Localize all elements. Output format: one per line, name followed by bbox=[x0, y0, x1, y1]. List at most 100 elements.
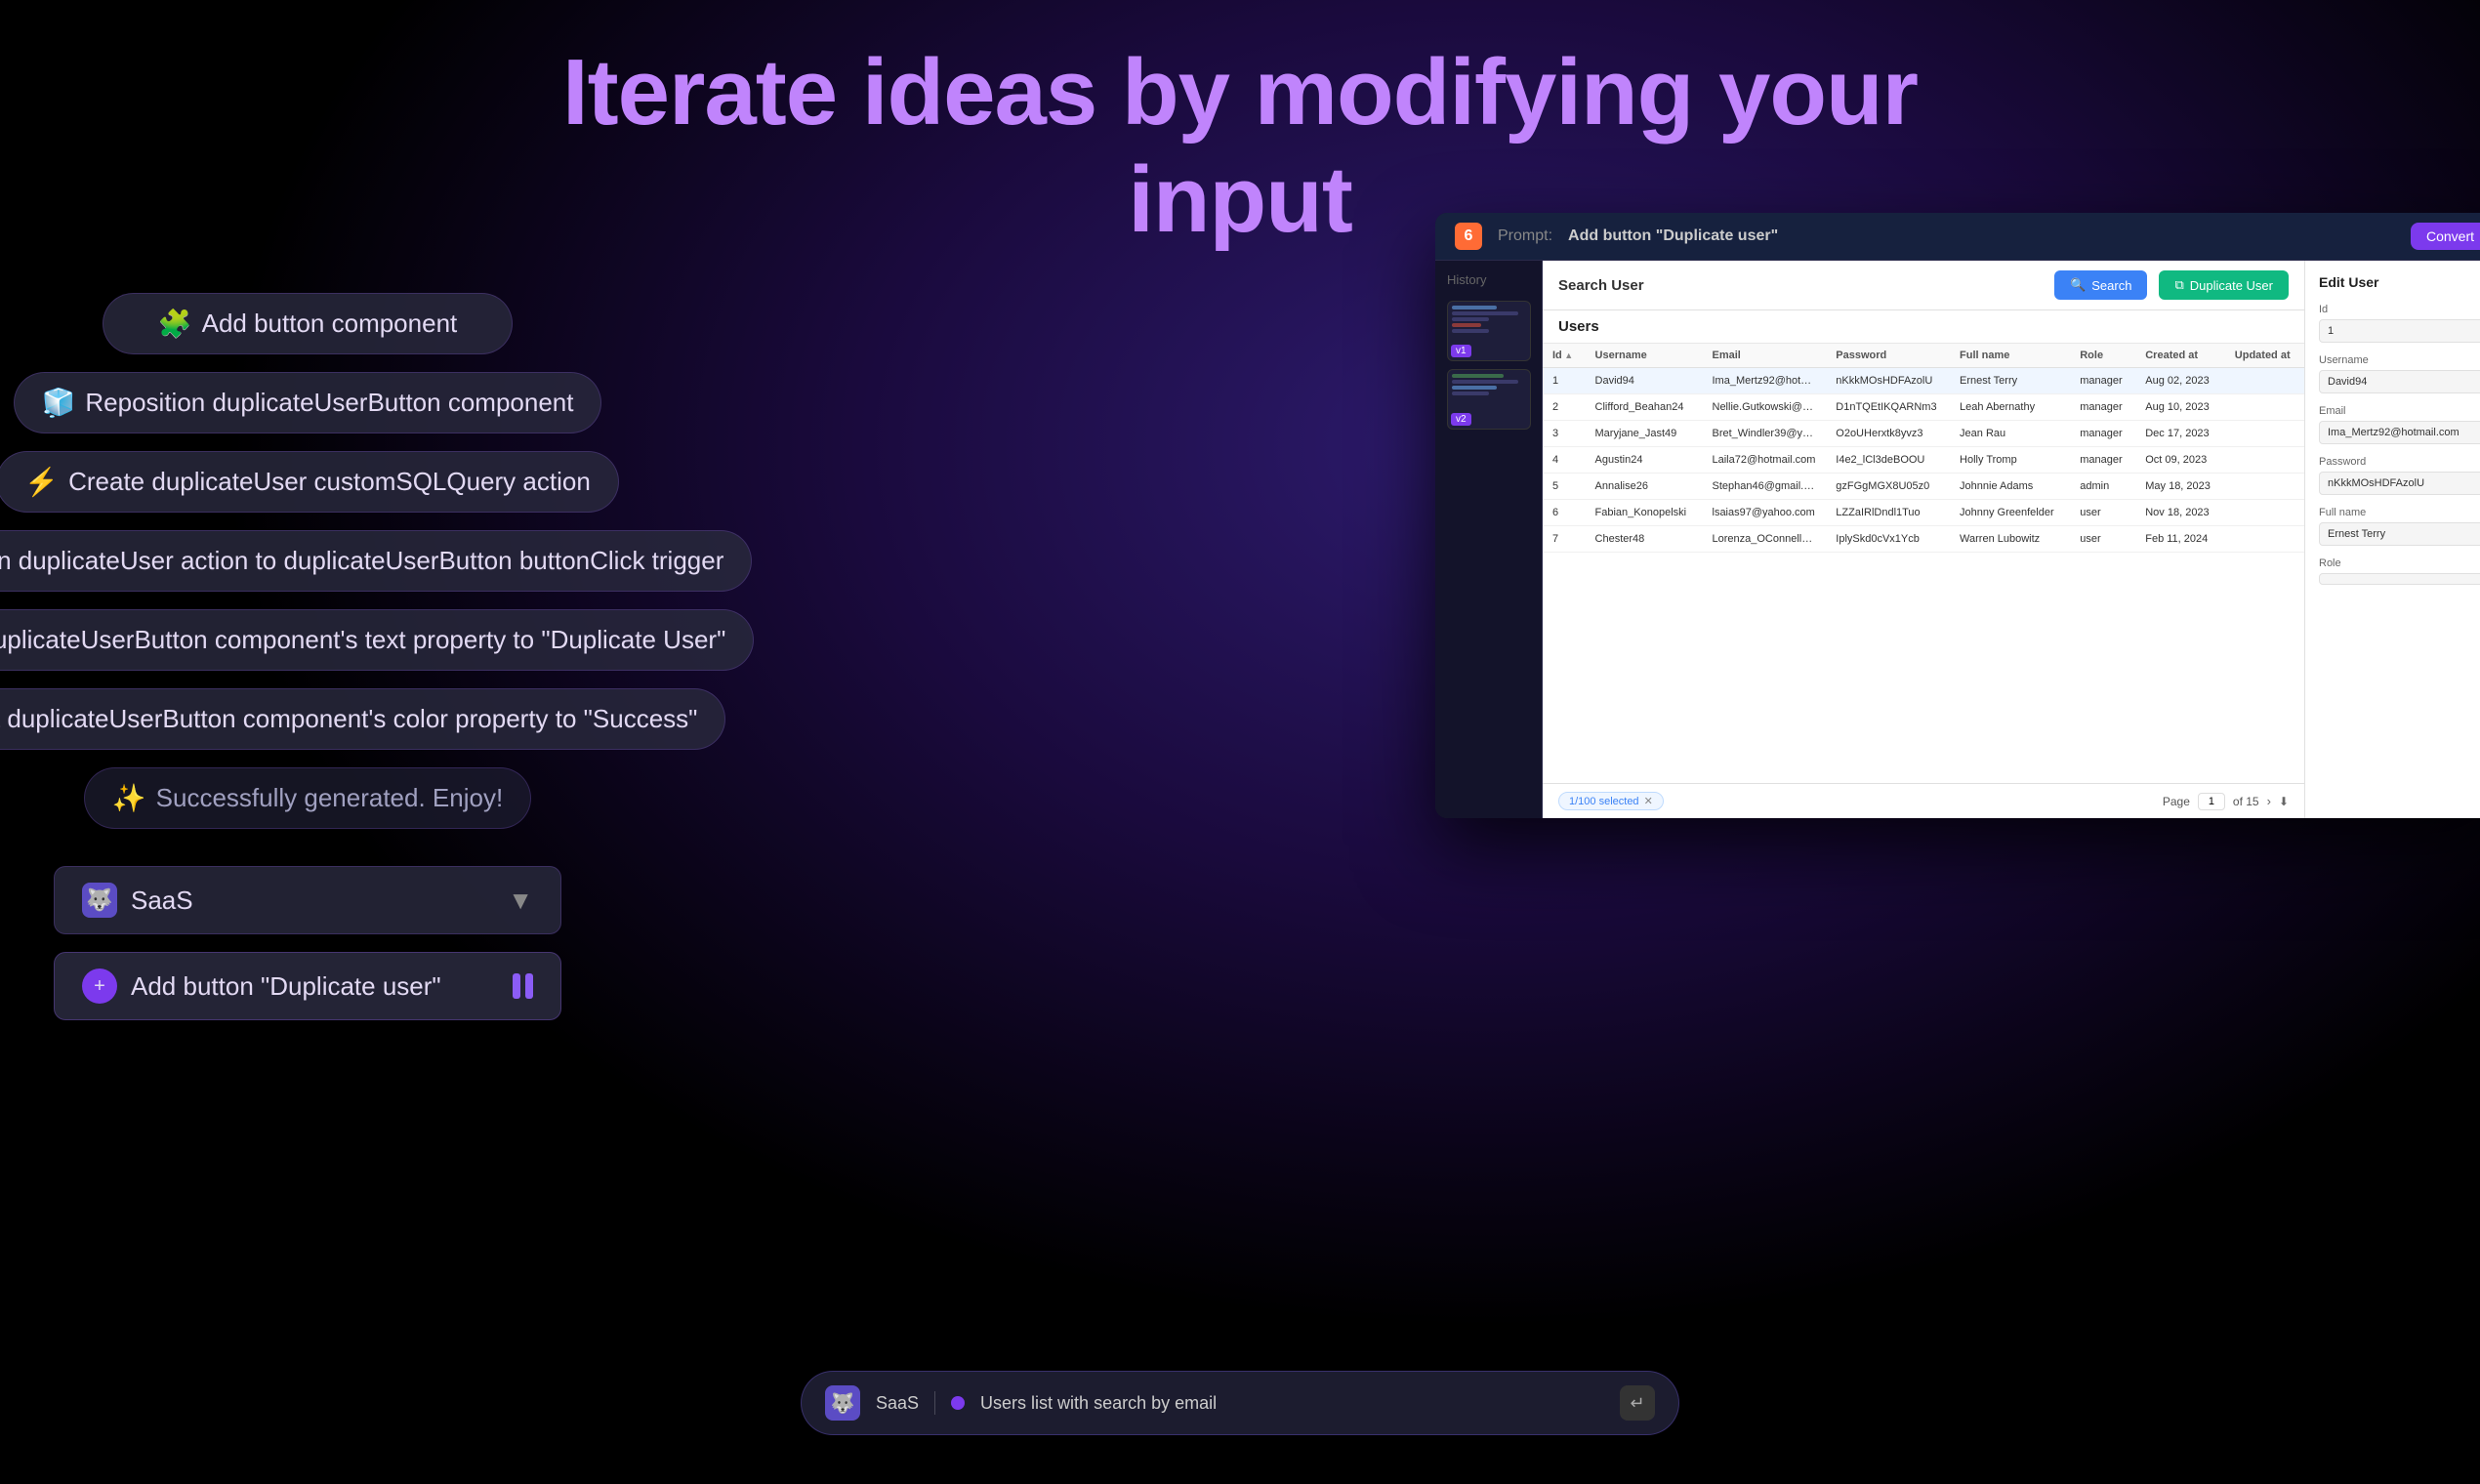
chat-app-name: SaaS bbox=[876, 1393, 919, 1414]
chat-send-button[interactable]: ↵ bbox=[1620, 1385, 1655, 1421]
page-total: of 15 bbox=[2233, 795, 2259, 808]
search-user-label: Search User bbox=[1558, 277, 2043, 294]
history-label: History bbox=[1447, 272, 1530, 287]
search-bar-row: Search User 🔍 Search ⧉ Duplicate User bbox=[1543, 261, 2304, 310]
field-value: Ima_Mertz92@hotmail.com bbox=[2319, 421, 2480, 444]
step-1: 🧩 Add button component bbox=[103, 293, 513, 354]
table-row[interactable]: 7 Chester48 Lorenza_OConnell8@yahoo.com … bbox=[1543, 526, 2304, 553]
page-input[interactable] bbox=[2198, 793, 2225, 810]
history-thumb-1[interactable]: v1 bbox=[1447, 301, 1531, 361]
category-label: SaaS bbox=[131, 886, 193, 916]
add-icon: + bbox=[82, 969, 117, 1004]
table-row[interactable]: 5 Annalise26 Stephan46@gmail.com gzFGgMG… bbox=[1543, 474, 2304, 500]
download-button[interactable]: ⬇ bbox=[2279, 795, 2289, 808]
prompt-label: Prompt: bbox=[1498, 227, 1552, 245]
col-fullname[interactable]: Full name bbox=[1950, 344, 2070, 368]
window-topbar: 6 Prompt: Add button "Duplicate user" Co… bbox=[1435, 213, 2480, 261]
users-section-header: Users bbox=[1543, 310, 2304, 344]
duplicate-user-button[interactable]: ⧉ Duplicate User bbox=[2159, 270, 2289, 300]
field-label: Username bbox=[2319, 354, 2480, 366]
search-button[interactable]: 🔍 Search bbox=[2054, 270, 2147, 300]
thumb-line bbox=[1452, 323, 1481, 327]
col-created[interactable]: Created at bbox=[2135, 344, 2225, 368]
thumb-line bbox=[1452, 392, 1489, 395]
table-row[interactable]: 2 Clifford_Beahan24 Nellie.Gutkowski@hot… bbox=[1543, 394, 2304, 421]
edit-fields: Id 1 Username David94 Email Ima_Mertz92@… bbox=[2319, 304, 2480, 585]
edit-field-group: Id 1 bbox=[2319, 304, 2480, 343]
field-label: Password bbox=[2319, 456, 2480, 468]
chat-separator bbox=[934, 1391, 935, 1415]
edit-panel-title: Edit User bbox=[2319, 274, 2480, 290]
field-value: nKkkMOsHDFAzolU bbox=[2319, 472, 2480, 495]
thumb-badge-1: v1 bbox=[1451, 345, 1471, 357]
edit-field-group: Password nKkkMOsHDFAzolU bbox=[2319, 456, 2480, 495]
search-icon: 🔍 bbox=[2070, 277, 2086, 293]
clear-selection-icon[interactable]: ✕ bbox=[1644, 795, 1653, 807]
thumb-line bbox=[1452, 311, 1518, 315]
field-label: Email bbox=[2319, 405, 2480, 417]
window-logo: 6 bbox=[1455, 223, 1482, 250]
pagination: Page of 15 › ⬇ bbox=[2163, 793, 2289, 810]
category-icon: 🐺 bbox=[82, 883, 117, 918]
step-2: 🧊 Reposition duplicateUserButton compone… bbox=[14, 372, 602, 433]
step-2-emoji: 🧊 bbox=[42, 387, 76, 419]
pause-bar-right bbox=[525, 973, 533, 999]
step-3-emoji: ⚡ bbox=[24, 466, 59, 498]
step-1-emoji: 🧩 bbox=[158, 308, 192, 340]
thumb-line bbox=[1452, 374, 1504, 378]
edit-field-group: Username David94 bbox=[2319, 354, 2480, 393]
field-label: Role bbox=[2319, 557, 2480, 569]
step-5: 🛠 Set duplicateUserButton component's te… bbox=[0, 609, 754, 671]
chat-input-text[interactable]: Users list with search by email bbox=[980, 1393, 1604, 1414]
thumb-line bbox=[1452, 329, 1489, 333]
table-row[interactable]: 3 Maryjane_Jast49 Bret_Windler39@yahoo.c… bbox=[1543, 421, 2304, 447]
pause-button[interactable] bbox=[513, 973, 533, 999]
window-body: History v1 v2 bbox=[1435, 261, 2480, 818]
table-row[interactable]: 4 Agustin24 Laila72@hotmail.com I4e2_lCl… bbox=[1543, 447, 2304, 474]
chat-status-dot bbox=[951, 1396, 965, 1410]
edit-field-group: Role bbox=[2319, 557, 2480, 585]
step-7: ✨ Successfully generated. Enjoy! bbox=[84, 767, 531, 829]
bottom-chat-bar[interactable]: 🐺 SaaS Users list with search by email ↵ bbox=[801, 1371, 1679, 1435]
edit-field-group: Full name Ernest Terry bbox=[2319, 507, 2480, 546]
left-panel: 🧩 Add button component 🧊 Reposition dupl… bbox=[0, 254, 615, 1059]
history-sidebar: History v1 v2 bbox=[1435, 261, 1543, 818]
action-bar: + Add button "Duplicate user" bbox=[54, 952, 561, 1020]
history-thumb-2[interactable]: v2 bbox=[1447, 369, 1531, 430]
chat-app-icon: 🐺 bbox=[825, 1385, 860, 1421]
edit-field-group: Email Ima_Mertz92@hotmail.com bbox=[2319, 405, 2480, 444]
table-wrapper: Users Id Username Email Password Full na… bbox=[1543, 310, 2304, 783]
action-bar-label: Add button "Duplicate user" bbox=[131, 971, 441, 1002]
col-updated[interactable]: Updated at bbox=[2225, 344, 2304, 368]
col-id[interactable]: Id bbox=[1543, 344, 1586, 368]
table-row[interactable]: 6 Fabian_Konopelski lsaias97@yahoo.com L… bbox=[1543, 500, 2304, 526]
table-footer: 1/100 selected ✕ Page of 15 › ⬇ bbox=[1543, 783, 2304, 818]
col-username[interactable]: Username bbox=[1586, 344, 1703, 368]
col-role[interactable]: Role bbox=[2070, 344, 2135, 368]
pause-bar-left bbox=[513, 973, 520, 999]
field-value: David94 bbox=[2319, 370, 2480, 393]
step-4: 🔧 Assign duplicateUser action to duplica… bbox=[0, 530, 752, 592]
category-selector[interactable]: 🐺 SaaS ▼ bbox=[54, 866, 561, 934]
convert-button[interactable]: Convert bbox=[2411, 223, 2480, 250]
table-row[interactable]: 1 David94 Ima_Mertz92@hotmail.com nKkkMO… bbox=[1543, 368, 2304, 394]
thumb-line bbox=[1452, 380, 1518, 384]
users-table: Id Username Email Password Full name Rol… bbox=[1543, 344, 2304, 553]
duplicate-icon: ⧉ bbox=[2174, 277, 2183, 293]
col-email[interactable]: Email bbox=[1703, 344, 1827, 368]
col-password[interactable]: Password bbox=[1826, 344, 1950, 368]
table-header: Id Username Email Password Full name Rol… bbox=[1543, 344, 2304, 368]
prompt-text: Add button "Duplicate user" bbox=[1568, 227, 1778, 245]
table-body: 1 David94 Ima_Mertz92@hotmail.com nKkkMO… bbox=[1543, 368, 2304, 553]
next-page-button[interactable]: › bbox=[2267, 794, 2271, 808]
thumb-line bbox=[1452, 306, 1497, 309]
thumb-line bbox=[1452, 317, 1489, 321]
step-7-emoji: ✨ bbox=[112, 782, 146, 814]
chevron-down-icon: ▼ bbox=[508, 886, 533, 916]
thumb-line bbox=[1452, 386, 1497, 390]
field-value: Ernest Terry bbox=[2319, 522, 2480, 546]
send-icon: ↵ bbox=[1630, 1393, 1644, 1414]
edit-panel: Edit User Id 1 Username David94 Email Im… bbox=[2304, 261, 2480, 818]
field-value: 1 bbox=[2319, 319, 2480, 343]
app-window: 6 Prompt: Add button "Duplicate user" Co… bbox=[1435, 213, 2480, 818]
